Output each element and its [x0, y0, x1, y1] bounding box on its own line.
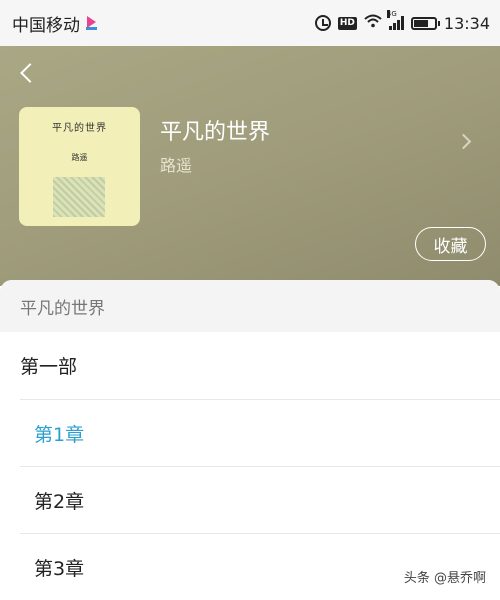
status-left: 中国移动	[12, 11, 98, 36]
volume-heading[interactable]: 第一部	[0, 332, 500, 399]
book-cover[interactable]: 平凡的世界 路遥	[19, 107, 140, 226]
battery-level-fill	[413, 19, 428, 27]
cellular-signal-icon: 4G	[386, 10, 404, 30]
book-title[interactable]: 平凡的世界	[160, 114, 270, 146]
carrier-label: 中国移动	[12, 15, 80, 36]
wifi-icon	[364, 14, 382, 32]
status-bar: 中国移动 HD 4G 13:34	[0, 0, 500, 46]
book-header: 平凡的世界 路遥 平凡的世界 路遥 收藏	[0, 46, 500, 286]
book-author[interactable]: 路遥	[160, 152, 192, 176]
chapter-list: 第一部 第1章 第2章 第3章	[0, 332, 500, 600]
collect-button[interactable]: 收藏	[415, 227, 486, 261]
chapter-item[interactable]: 第2章	[20, 466, 500, 533]
chevron-right-icon[interactable]	[458, 134, 472, 148]
carrier-logo-icon	[86, 16, 98, 30]
alarm-icon	[314, 15, 331, 31]
hd-badge: HD	[337, 16, 357, 30]
status-right: HD 4G 13:34	[314, 10, 490, 33]
battery-icon	[410, 16, 440, 30]
network-type-label: 4G	[386, 10, 397, 18]
chapter-item[interactable]: 第1章	[20, 399, 500, 466]
chapter-sheet: 平凡的世界 第一部 第1章 第2章 第3章 头条 @悬乔啊	[0, 280, 500, 600]
cover-illustration	[53, 177, 105, 217]
sheet-title: 平凡的世界	[0, 280, 500, 332]
cover-title-text: 平凡的世界	[52, 123, 107, 134]
clock-time: 13:34	[443, 13, 490, 33]
watermark-text: 头条 @悬乔啊	[403, 571, 486, 586]
back-arrow-icon[interactable]	[14, 58, 44, 88]
cover-author-text: 路遥	[71, 153, 88, 162]
